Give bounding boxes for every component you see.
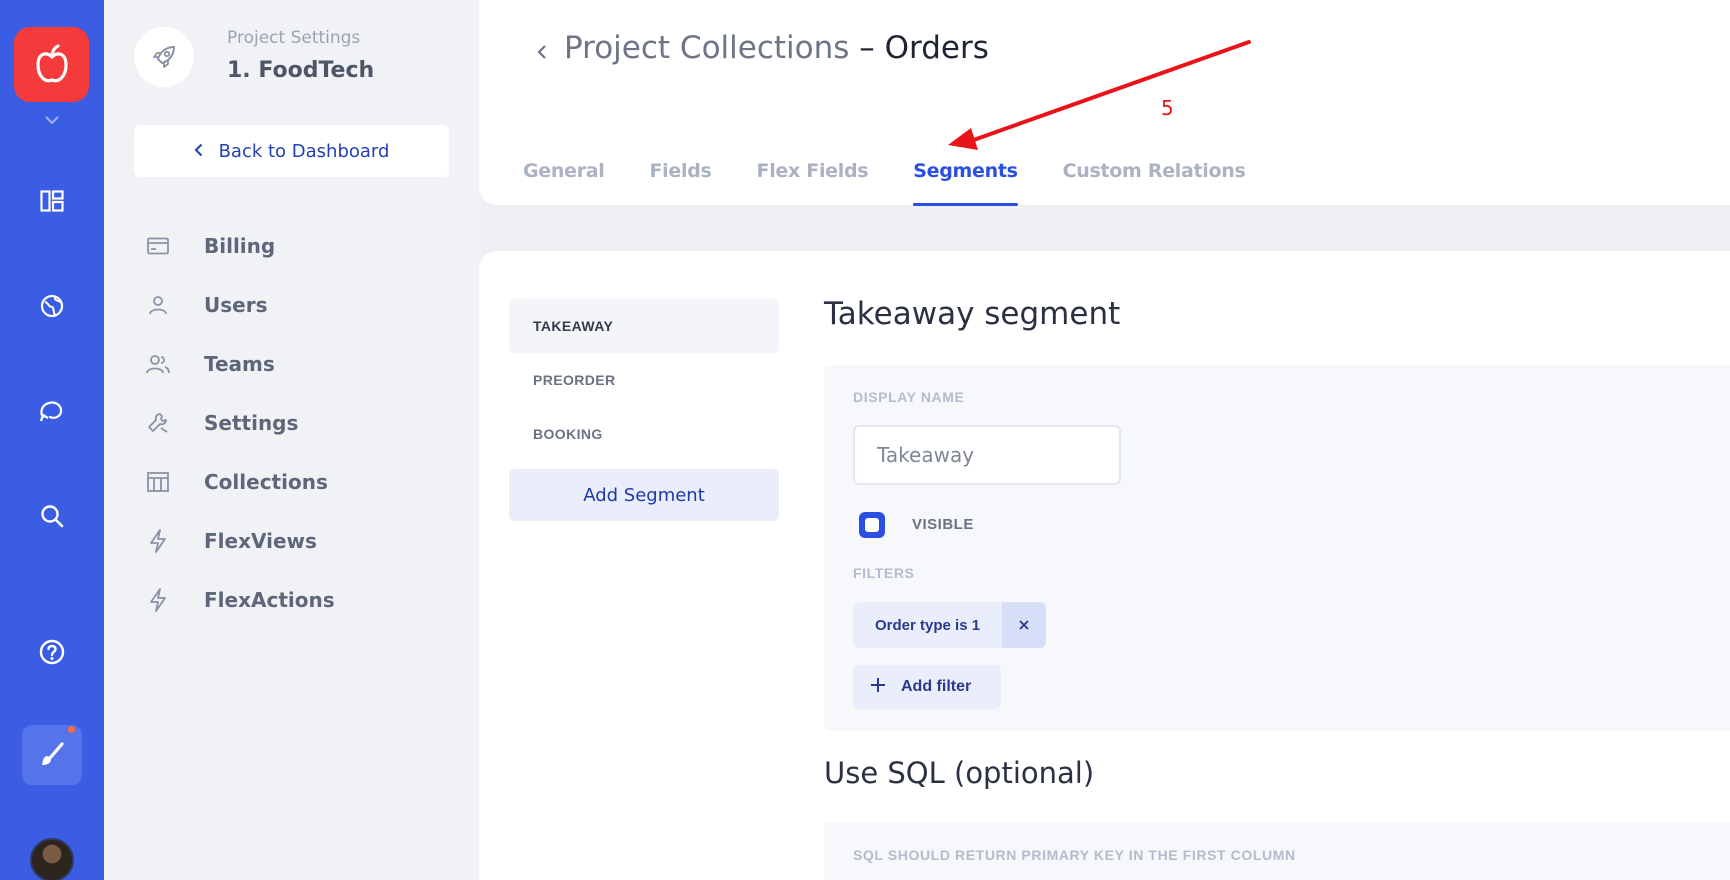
tab-flex-fields[interactable]: Flex Fields — [757, 160, 869, 206]
apple-logo-icon[interactable] — [14, 27, 89, 102]
table-icon — [142, 471, 174, 492]
sidebar-item-label: FlexViews — [204, 528, 317, 553]
filter-chip[interactable]: Order type is 1 — [853, 602, 1047, 648]
filters-label: FILTERS — [853, 565, 915, 581]
sidebar-item-flexactions[interactable]: FlexActions — [134, 570, 464, 629]
add-segment-button[interactable]: Add Segment — [509, 469, 779, 521]
segment-title: Takeaway segment — [824, 296, 1121, 332]
chevron-down-icon[interactable] — [41, 112, 63, 128]
plus-icon — [871, 677, 885, 697]
segment-item-takeaway[interactable]: TAKEAWAY — [509, 299, 779, 353]
wrench-icon — [142, 412, 174, 434]
breadcrumb-link[interactable]: Project Collections — [564, 30, 849, 66]
dashboard-icon[interactable] — [32, 181, 72, 221]
team-icon — [142, 354, 174, 374]
sidebar-item-label: Teams — [204, 351, 275, 376]
back-to-dashboard-button[interactable]: Back to Dashboard — [134, 125, 449, 177]
sidebar-item-label: Users — [204, 292, 268, 317]
settings-nav: Billing Users Teams Settings Collections… — [134, 216, 464, 629]
help-icon[interactable] — [32, 632, 72, 672]
chat-refresh-icon[interactable] — [32, 391, 72, 431]
brush-icon[interactable] — [22, 725, 82, 785]
back-label: Back to Dashboard — [218, 140, 390, 162]
page-header: Project Collections – Orders General Fie… — [479, 0, 1730, 206]
segments-card: TAKEAWAY PREORDER BOOKING Add Segment Ta… — [479, 251, 1730, 880]
project-subtitle: Project Settings — [227, 28, 361, 48]
segment-item-booking[interactable]: BOOKING — [509, 407, 779, 461]
filter-chip-label: Order type is 1 — [853, 602, 1003, 648]
visible-checkbox[interactable] — [859, 512, 885, 538]
segment-list: TAKEAWAY PREORDER BOOKING Add Segment — [509, 299, 779, 521]
sidebar-item-label: Collections — [204, 469, 328, 494]
project-name: 1. FoodTech — [227, 58, 375, 83]
sql-hint: SQL SHOULD RETURN PRIMARY KEY IN THE FIR… — [853, 847, 1296, 863]
tab-fields[interactable]: Fields — [650, 160, 712, 206]
icon-rail — [0, 0, 104, 880]
tab-custom-relations[interactable]: Custom Relations — [1063, 160, 1246, 206]
sidebar-item-collections[interactable]: Collections — [134, 452, 464, 511]
sidebar-item-flexviews[interactable]: FlexViews — [134, 511, 464, 570]
lightning-icon — [142, 587, 174, 612]
search-icon[interactable] — [32, 496, 72, 536]
close-icon[interactable] — [1002, 602, 1047, 648]
back-chevron-icon[interactable] — [531, 40, 553, 64]
user-icon — [142, 295, 174, 315]
rocket-icon — [134, 27, 194, 87]
sidebar-item-users[interactable]: Users — [134, 275, 464, 334]
sql-panel: SQL SHOULD RETURN PRIMARY KEY IN THE FIR… — [824, 822, 1730, 880]
segment-item-preorder[interactable]: PREORDER — [509, 353, 779, 407]
sidebar-item-label: Settings — [204, 410, 299, 435]
sidebar-item-label: FlexActions — [204, 587, 335, 612]
notification-dot — [67, 725, 76, 734]
display-name-field[interactable]: Takeaway — [853, 425, 1121, 485]
segment-form: DISPLAY NAME Takeaway VISIBLE FILTERS Or… — [824, 365, 1730, 731]
sidebar-item-label: Billing — [204, 233, 276, 258]
avatar[interactable] — [30, 838, 74, 880]
annotation-number: 5 — [1161, 96, 1174, 120]
tab-bar: General Fields Flex Fields Segments Cust… — [523, 160, 1291, 206]
add-filter-label: Add filter — [901, 678, 972, 695]
add-filter-button[interactable]: Add filter — [853, 665, 1001, 709]
sidebar-item-teams[interactable]: Teams — [134, 334, 464, 393]
tab-segments[interactable]: Segments — [913, 160, 1019, 206]
page-title: Project Collections – Orders — [564, 30, 989, 66]
display-name-label: DISPLAY NAME — [853, 389, 965, 405]
checkbox-inner — [865, 518, 879, 532]
tab-general[interactable]: General — [523, 160, 605, 206]
chevron-left-icon — [194, 141, 203, 162]
visible-label: VISIBLE — [912, 516, 974, 533]
page-title-current: – Orders — [849, 30, 989, 66]
sidebar-item-settings[interactable]: Settings — [134, 393, 464, 452]
lightning-icon — [142, 528, 174, 553]
card-icon — [142, 237, 174, 255]
settings-sidebar: Project Settings 1. FoodTech Back to Das… — [104, 0, 479, 880]
sql-section-title: Use SQL (optional) — [824, 756, 1095, 790]
globe-icon[interactable] — [32, 286, 72, 326]
sidebar-item-billing[interactable]: Billing — [134, 216, 464, 275]
